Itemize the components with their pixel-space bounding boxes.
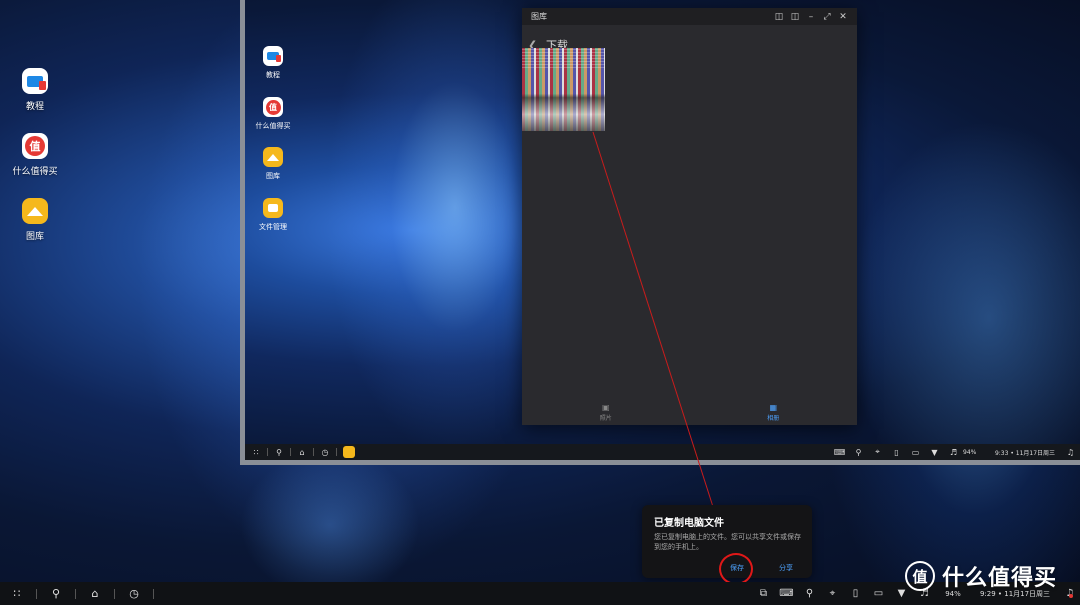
phone-icon[interactable]: ▯ [844,588,867,599]
desktop-icon-label: 图库 [25,232,44,242]
home-icon[interactable]: ⌂ [291,448,313,457]
photo-thumbnail[interactable] [522,48,605,131]
zdm-icon: 值 [22,133,48,159]
nav-photos[interactable]: ▣ 照片 [522,403,690,425]
cast-icon[interactable]: ▭ [906,448,925,457]
keyboard-icon[interactable]: ⌨ [830,448,849,457]
gallery-bottom-nav: ▣ 照片 ▦ 相册 [522,403,857,425]
remote-screen-window[interactable]: 教程 值 什么值得买 图库 文件管理 图库 ◫ ◫ – ⤢ ✕ ❮ 下载 ▣ 照… [240,0,1080,465]
cast-icon[interactable]: ▭ [867,588,890,599]
watermark-logo-icon: 值 [905,561,935,591]
apps-grid-icon[interactable]: ∷ [0,587,34,600]
watermark-text: 什么值得买 [942,566,1058,591]
split-view-icon[interactable]: ◫ [771,12,787,22]
desktop-icon-tutorial[interactable]: 教程 [0,68,75,112]
popup-view-icon[interactable]: ◫ [787,12,803,22]
zdm-icon: 值 [263,97,283,117]
screenshot-icon[interactable]: ⌖ [821,588,844,599]
remote-icon-files[interactable]: 文件管理 [245,198,305,232]
remote-icon-zdm[interactable]: 值 什么值得买 [245,97,305,131]
albums-icon: ▦ [769,403,778,412]
desktop-icon-gallery[interactable]: 图库 [0,198,75,242]
remote-icon-label: 图库 [266,172,280,180]
recents-icon[interactable]: ◷ [314,448,336,457]
remote-icon-tutorial[interactable]: 教程 [245,46,305,80]
search-icon[interactable]: ⚲ [268,448,290,457]
maximize-icon[interactable]: ⤢ [819,12,835,22]
notification-bell-icon[interactable]: ♫ [1061,448,1080,457]
photos-icon: ▣ [601,403,610,412]
volume-icon[interactable]: ♬ [944,448,963,457]
gallery-icon [263,147,283,167]
nav-albums[interactable]: ▦ 相册 [690,403,858,425]
lock-icon[interactable]: ⚲ [798,588,821,599]
remote-icon-label: 什么值得买 [255,122,291,130]
phone-icon[interactable]: ▯ [887,448,906,457]
remote-clock[interactable]: 9:33 • 11月17日周三 [989,448,1061,457]
lock-icon[interactable]: ⚲ [849,448,868,457]
gallery-titlebar[interactable]: 图库 ◫ ◫ – ⤢ ✕ [522,8,857,25]
share-button[interactable]: 分享 [779,563,793,573]
notification-body: 您已复制电脑上的文件。您可以共享文件或保存到您的手机上。 [654,533,801,551]
remote-icon-label: 教程 [266,71,280,79]
battery-indicator[interactable]: 94% [963,449,989,456]
remote-icon-label: 文件管理 [259,223,287,231]
gallery-running-icon[interactable] [343,446,355,458]
notification-title: 已复制电脑文件 [654,518,724,529]
gallery-icon [22,198,48,224]
apps-grid-icon[interactable]: ∷ [245,448,267,457]
notification-bell-icon[interactable]: ♫ [1060,588,1080,599]
wallpaper-highlight [240,450,420,600]
gallery-window[interactable]: 图库 ◫ ◫ – ⤢ ✕ ❮ 下载 ▣ 照片 ▦ 相册 [522,8,857,425]
search-icon[interactable]: ⚲ [39,587,73,600]
minimize-icon[interactable]: – [803,12,819,22]
desktop-icon-label: 教程 [25,102,44,112]
desktop-icon-label: 什么值得买 [12,167,58,177]
wifi-icon[interactable]: ▼ [925,448,944,457]
window-title: 图库 [531,12,547,21]
files-icon [263,198,283,218]
remote-taskbar: ∷ ⚲ ⌂ ◷ ⌨ ⚲ ⌖ ▯ ▭ ▼ ♬ 94% 9:33 • 11月17日周… [245,444,1080,460]
desktop-icon-zdm[interactable]: 值 什么值得买 [0,133,75,177]
annotation-circle [719,553,753,585]
home-icon[interactable]: ⌂ [78,587,112,600]
nav-label: 照片 [599,415,612,422]
recents-icon[interactable]: ◷ [117,587,151,600]
remote-icon-gallery[interactable]: 图库 [245,147,305,181]
tutorial-icon [263,46,283,66]
copy-icon[interactable]: ⧉ [752,588,775,599]
keyboard-icon[interactable]: ⌨ [775,588,798,599]
watermark: 值 什么值得买 [905,560,1057,592]
tutorial-icon [22,68,48,94]
close-icon[interactable]: ✕ [835,12,851,22]
screenshot-icon[interactable]: ⌖ [868,447,887,457]
nav-label: 相册 [767,415,780,422]
